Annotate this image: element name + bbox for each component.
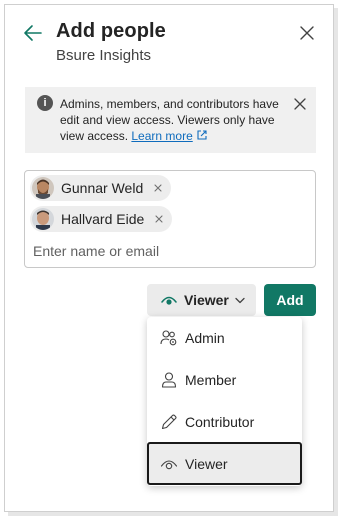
close-icon[interactable] [298,24,316,42]
remove-person-icon[interactable] [153,183,163,193]
eye-icon [160,459,178,469]
people-picker[interactable]: Gunnar Weld Hallvard Eide [24,170,316,268]
chevron-down-icon [235,297,245,303]
add-button[interactable]: Add [264,284,316,316]
person-icon [161,372,177,388]
name-or-email-input[interactable] [33,243,303,259]
role-menu: Admin Member Contributor Viewer [147,317,302,486]
learn-more-link[interactable]: Learn more [131,129,192,143]
pencil-icon [161,414,177,430]
info-icon: i [37,95,53,111]
person-chip[interactable]: Hallvard Eide [30,206,173,232]
admin-people-gear-icon [160,330,177,346]
menu-item-label: Member [185,372,237,388]
role-dropdown[interactable]: Viewer [147,284,256,316]
open-external-icon[interactable] [196,129,208,141]
person-name: Gunnar Weld [61,180,144,196]
dismiss-info-icon[interactable] [293,97,307,111]
avatar [32,177,54,199]
eye-icon [161,296,177,305]
workspace-name: Bsure Insights [56,47,152,64]
menu-item-admin[interactable]: Admin [147,317,302,359]
learn-more-label[interactable]: Learn more [131,129,192,143]
info-message-bar: i Admins, members, and contributors have… [25,87,316,153]
menu-item-label: Contributor [185,414,255,430]
selected-role: Viewer [184,292,229,308]
menu-item-viewer[interactable]: Viewer [147,442,302,485]
menu-item-label: Viewer [185,455,228,472]
avatar [32,208,54,230]
person-name: Hallvard Eide [61,211,145,227]
info-text: Admins, members, and contributors have e… [60,96,292,144]
person-chip[interactable]: Gunnar Weld [30,175,172,201]
menu-item-member[interactable]: Member [147,359,302,401]
remove-person-icon[interactable] [154,214,164,224]
arrow-left-icon[interactable] [22,22,44,44]
menu-item-label: Admin [185,330,225,346]
page-title: Add people [56,20,166,42]
menu-item-contributor[interactable]: Contributor [147,401,302,443]
